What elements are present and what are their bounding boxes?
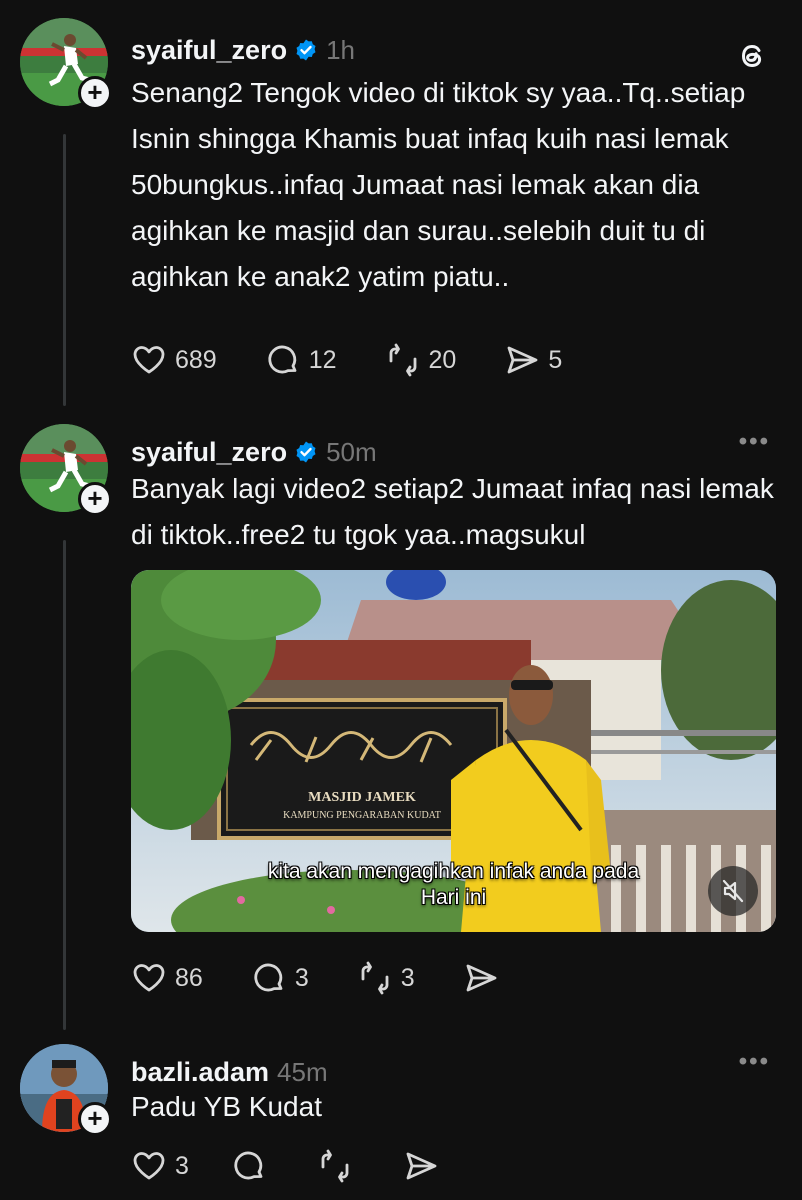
share-icon (466, 964, 497, 992)
verified-badge-icon (296, 441, 316, 463)
speaker-muted-icon (722, 879, 744, 903)
post-1: + syaiful_zero 1h Senang2 Tengok video d… (0, 18, 802, 408)
post-time: 45m (277, 1056, 328, 1087)
verified-badge-icon (296, 39, 316, 61)
reply-button[interactable] (231, 1148, 275, 1184)
like-count: 689 (175, 345, 217, 374)
reply-button[interactable]: 12 (265, 342, 337, 378)
repost-icon (389, 343, 416, 377)
video-caption-line-2: Hari ini (420, 886, 487, 909)
post-3: + bazli.adam 45m ••• Padu YB Kudat 3 (0, 1040, 802, 1200)
username[interactable]: bazli.adam (131, 1057, 269, 1088)
like-count: 3 (175, 1151, 189, 1180)
like-count: 86 (175, 963, 203, 992)
heart-icon (133, 346, 165, 374)
share-button[interactable] (463, 960, 507, 996)
repost-icon (321, 1149, 349, 1183)
repost-button[interactable]: 20 (385, 342, 457, 378)
post-time: 50m (326, 436, 377, 467)
share-icon (507, 346, 538, 374)
reply-button[interactable]: 3 (251, 960, 309, 996)
thread-line (63, 540, 66, 1030)
sign-title: MASJID JAMEK (308, 790, 416, 805)
username[interactable]: syaiful_zero (131, 437, 287, 468)
like-button[interactable]: 3 (131, 1148, 189, 1184)
reply-count: 3 (294, 963, 309, 992)
mute-button[interactable] (708, 866, 758, 916)
post-actions: 86 3 3 (131, 960, 555, 996)
comment-icon (254, 963, 283, 992)
video-thumbnail[interactable]: MASJID JAMEK KAMPUNG PENGARABAN KUDAT ki… (131, 570, 776, 932)
reply-count: 12 (308, 345, 337, 374)
thread-line (63, 134, 66, 406)
post-actions: 689 12 20 5 (131, 342, 610, 378)
like-button[interactable]: 689 (131, 342, 217, 378)
heart-icon (133, 1152, 165, 1180)
post-text: Padu YB Kudat (131, 1091, 322, 1122)
post-actions: 3 (131, 1148, 495, 1184)
avatar-wrap[interactable]: + (20, 424, 112, 516)
repost-button[interactable] (317, 1148, 361, 1184)
share-button[interactable]: 5 (504, 342, 562, 378)
follow-plus-icon[interactable]: + (78, 482, 112, 516)
post-header: syaiful_zero 1h (131, 30, 355, 70)
share-count: 5 (548, 345, 563, 374)
sign-subtitle: KAMPUNG PENGARABAN KUDAT (283, 810, 441, 821)
like-button[interactable]: 86 (131, 960, 203, 996)
more-options-icon[interactable]: ••• (739, 428, 770, 456)
threads-logo-icon[interactable] (734, 38, 770, 74)
share-button[interactable] (403, 1148, 447, 1184)
avatar-wrap[interactable]: + (20, 18, 112, 110)
repost-button[interactable]: 3 (357, 960, 415, 996)
post-time: 1h (326, 34, 355, 65)
post-text: Senang2 Tengok video di tiktok sy yaa..T… (131, 77, 746, 292)
heart-icon (133, 964, 165, 992)
follow-plus-icon[interactable]: + (78, 1102, 112, 1136)
post-text: Banyak lagi video2 setiap2 Jumaat infaq … (131, 473, 774, 550)
comment-icon (234, 1151, 263, 1180)
comment-icon (268, 345, 297, 374)
avatar-wrap[interactable]: + (20, 1044, 112, 1136)
repost-count: 20 (428, 345, 457, 374)
username[interactable]: syaiful_zero (131, 35, 287, 66)
video-caption-line-1: kita akan mengagihkan infak anda pada (267, 860, 640, 883)
post-2: + syaiful_zero 50m ••• Banyak lagi video… (0, 420, 802, 1032)
repost-count: 3 (400, 963, 415, 992)
share-icon (406, 1152, 437, 1180)
more-options-icon[interactable]: ••• (739, 1048, 770, 1076)
repost-icon (361, 961, 389, 995)
follow-plus-icon[interactable]: + (78, 76, 112, 110)
